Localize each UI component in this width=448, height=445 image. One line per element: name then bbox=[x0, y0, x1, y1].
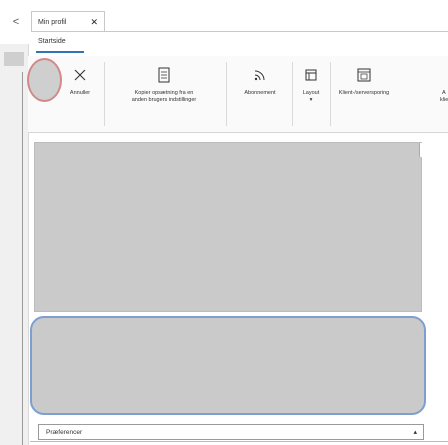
truncated-label-bottom: klien bbox=[440, 97, 448, 103]
close-icon bbox=[73, 64, 87, 86]
tracing-label: Klient-/serversporing bbox=[338, 90, 390, 96]
tab-label: Min profil bbox=[38, 18, 67, 26]
layout-label: Layout bbox=[302, 90, 320, 96]
preferences-section-header[interactable]: Præferencer ▴ bbox=[38, 424, 424, 440]
content-area bbox=[34, 142, 422, 312]
tracing-window-icon bbox=[356, 64, 372, 86]
ribbon-toolbar: Annuller Kopier opsætning fra en anden b… bbox=[28, 56, 448, 133]
chevron-down-icon: ▾ bbox=[309, 97, 313, 103]
rss-feed-icon bbox=[253, 64, 267, 86]
ribbon-separator bbox=[104, 62, 105, 126]
ribbon-separator bbox=[292, 62, 293, 126]
cancel-button[interactable]: Annuller bbox=[64, 56, 96, 126]
subscription-button[interactable]: Abonnement bbox=[230, 56, 290, 126]
active-tab-indicator bbox=[36, 51, 84, 53]
copy-settings-label-line1: Kopier opsætning fra en bbox=[134, 90, 194, 96]
left-nav-strip bbox=[0, 44, 29, 445]
truncated-ribbon-button[interactable]: A klien bbox=[416, 56, 448, 126]
copy-settings-label-line2: anden brugers indstillinger bbox=[131, 97, 197, 103]
ribbon-tab-startside[interactable]: Startside bbox=[38, 38, 66, 45]
subscription-label: Abonnement bbox=[244, 90, 276, 96]
content-panel bbox=[30, 316, 426, 415]
highlight-marker bbox=[27, 58, 62, 102]
tab-min-profil[interactable]: Min profil ✕ bbox=[31, 11, 105, 32]
bottom-divider bbox=[30, 441, 448, 442]
layout-window-icon bbox=[304, 64, 318, 86]
chevron-up-icon[interactable]: ▴ bbox=[413, 428, 417, 436]
copy-settings-button[interactable]: Kopier opsætning fra en anden brugers in… bbox=[108, 56, 220, 126]
ribbon-separator bbox=[330, 62, 331, 126]
preferences-label: Præferencer bbox=[46, 428, 83, 436]
scrollbar[interactable] bbox=[419, 143, 423, 157]
left-nav-block bbox=[4, 52, 24, 66]
cancel-button-label: Annuller bbox=[69, 90, 91, 96]
tab-divider bbox=[31, 31, 448, 32]
copy-document-icon bbox=[157, 64, 171, 86]
layout-dropdown-button[interactable]: Layout ▾ bbox=[294, 56, 328, 126]
client-server-tracing-button[interactable]: Klient-/serversporing bbox=[332, 56, 396, 126]
back-button[interactable]: < bbox=[6, 10, 26, 34]
ribbon-separator bbox=[226, 62, 227, 126]
left-nav-divider bbox=[22, 72, 23, 445]
truncated-label-top: A bbox=[442, 90, 446, 96]
close-icon[interactable]: ✕ bbox=[90, 17, 98, 28]
